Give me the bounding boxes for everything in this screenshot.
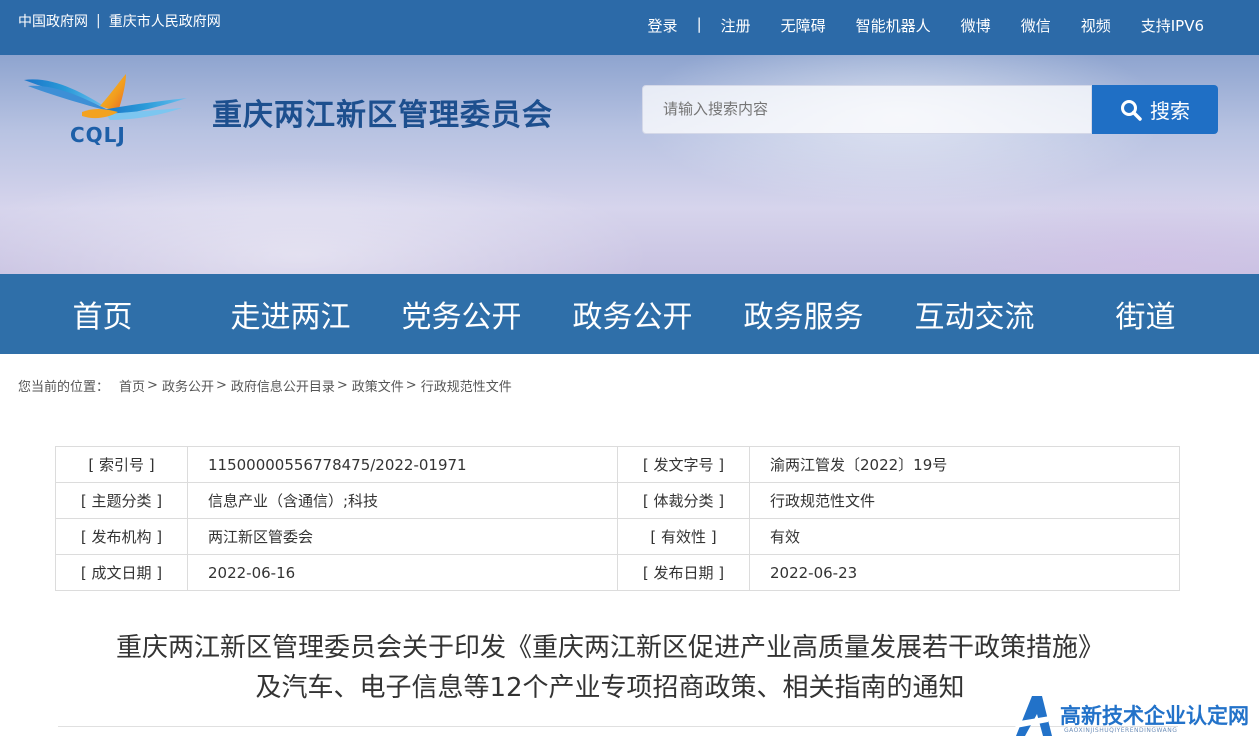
link-cq-gov[interactable]: 重庆市人民政府网 (109, 11, 221, 31)
meta-key: [ 成文日期 ] (55, 554, 188, 591)
top-bar-right-links: 登录 | 注册 无障碍 智能机器人 微博 微信 视频 支持IPV6 (633, 15, 1219, 36)
video-link[interactable]: 视频 (1066, 15, 1126, 36)
logo-text: CQLJ (70, 123, 126, 147)
meta-key: [ 有效性 ] (617, 518, 750, 555)
meta-value: 两江新区管委会 (187, 518, 618, 555)
meta-key: [ 发文字号 ] (617, 446, 750, 483)
watermark-text: 高新技术企业认定网 (1060, 703, 1249, 728)
main-nav: 首页 走进两江 党务公开 政务公开 政务服务 互动交流 街道 (0, 274, 1259, 354)
top-bar: 中国政府网 | 重庆市人民政府网 登录 | 注册 无障碍 智能机器人 微博 微信… (0, 0, 1259, 55)
meta-value: 11500000556778475/2022-01971 (187, 446, 618, 483)
watermark-subtext: GAOXINJISHUQIYERENDINGWANG (1064, 727, 1178, 734)
nav-item-about[interactable]: 走进两江 (205, 292, 376, 336)
breadcrumb-separator: > (147, 378, 158, 393)
divider: | (96, 13, 101, 29)
link-gov-cn[interactable]: 中国政府网 (18, 11, 88, 31)
search-input[interactable] (642, 85, 1092, 134)
watermark: 高新技术企业认定网 GAOXINJISHUQIYERENDINGWANG (1012, 690, 1259, 739)
ipv6-link[interactable]: 支持IPV6 (1126, 15, 1219, 36)
nav-item-home[interactable]: 首页 (0, 292, 205, 336)
watermark-logo-icon (1014, 695, 1052, 736)
breadcrumb-separator: > (405, 378, 417, 393)
meta-key: [ 发布日期 ] (617, 554, 750, 591)
meta-key: [ 体裁分类 ] (617, 482, 750, 519)
nav-item-party-affairs[interactable]: 党务公开 (376, 292, 547, 336)
table-row: [ 发布机构 ] 两江新区管委会 [ 有效性 ] 有效 (55, 518, 1180, 555)
breadcrumb-normative-docs[interactable]: 行政规范性文件 (421, 376, 512, 395)
register-link[interactable]: 注册 (706, 15, 766, 36)
meta-value: 渝两江管发〔2022〕19号 (749, 446, 1180, 483)
meta-value: 信息产业（含通信）;科技 (187, 482, 618, 519)
document-meta-table: [ 索引号 ] 11500000556778475/2022-01971 [ 发… (55, 446, 1180, 591)
meta-value: 2022-06-23 (749, 554, 1180, 591)
breadcrumb-separator: > (215, 378, 227, 393)
meta-value: 有效 (749, 518, 1180, 555)
title-divider (58, 726, 1178, 727)
breadcrumb-home[interactable]: 首页 (119, 376, 145, 395)
wechat-link[interactable]: 微信 (1006, 15, 1066, 36)
meta-key: [ 发布机构 ] (55, 518, 188, 555)
top-bar-left-links: 中国政府网 | 重庆市人民政府网 (18, 11, 221, 31)
nav-item-gov-affairs[interactable]: 政务公开 (547, 292, 718, 336)
meta-value: 2022-06-16 (187, 554, 618, 591)
accessibility-link[interactable]: 无障碍 (766, 15, 841, 36)
meta-value: 行政规范性文件 (749, 482, 1180, 519)
meta-key: [ 索引号 ] (55, 446, 188, 483)
breadcrumb-prefix: 您当前的位置： (18, 380, 110, 395)
divider: | (696, 15, 702, 33)
breadcrumb-policy-docs[interactable]: 政策文件 (352, 376, 404, 395)
weibo-link[interactable]: 微博 (946, 15, 1006, 36)
table-row: [ 主题分类 ] 信息产业（含通信）;科技 [ 体裁分类 ] 行政规范性文件 (55, 482, 1180, 519)
search-box: 搜索 (642, 85, 1218, 134)
search-icon (1121, 99, 1142, 121)
breadcrumb-gov-affairs[interactable]: 政务公开 (162, 376, 214, 395)
table-row: [ 成文日期 ] 2022-06-16 [ 发布日期 ] 2022-06-23 (55, 554, 1180, 591)
search-button[interactable]: 搜索 (1092, 85, 1218, 134)
table-row: [ 索引号 ] 11500000556778475/2022-01971 [ 发… (55, 446, 1180, 483)
breadcrumb-catalog[interactable]: 政府信息公开目录 (231, 376, 335, 395)
nav-item-streets[interactable]: 街道 (1060, 292, 1231, 336)
robot-link[interactable]: 智能机器人 (841, 15, 946, 36)
nav-item-gov-services[interactable]: 政务服务 (718, 292, 889, 336)
site-title[interactable]: 重庆两江新区管理委员会 (212, 90, 553, 134)
meta-key: [ 主题分类 ] (55, 482, 188, 519)
nav-item-interaction[interactable]: 互动交流 (889, 292, 1060, 336)
login-link[interactable]: 登录 (633, 15, 693, 36)
breadcrumb-separator: > (336, 378, 348, 393)
breadcrumb: 您当前的位置： 首页 > 政务公开 > 政府信息公开目录 > 政策文件 > 行政规范性文… (18, 376, 512, 395)
document-title-line-1: 重庆两江新区管理委员会关于印发《重庆两江新区促进产业高质量发展若干政策措施》 (115, 633, 1104, 663)
search-button-label: 搜索 (1150, 99, 1190, 123)
